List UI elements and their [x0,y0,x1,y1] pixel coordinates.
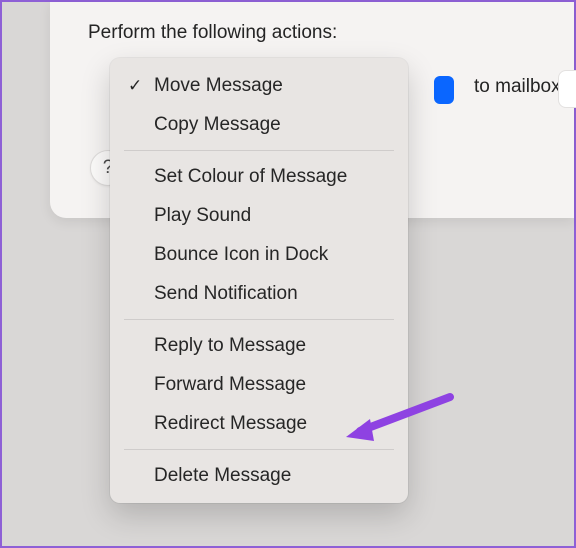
menu-item-label: Move Message [154,75,390,97]
menu-item-label: Set Colour of Message [154,166,390,188]
menu-item-label: Forward Message [154,374,390,396]
menu-item-bounce-icon[interactable]: Bounce Icon in Dock [110,235,408,274]
menu-item-forward[interactable]: Forward Message [110,365,408,404]
menu-item-label: Bounce Icon in Dock [154,244,390,266]
mailbox-field[interactable] [558,70,576,108]
menu-item-reply[interactable]: Reply to Message [110,326,408,365]
menu-item-move-message[interactable]: ✓ Move Message [110,66,408,105]
menu-item-label: Reply to Message [154,335,390,357]
panel-heading: Perform the following actions: [88,22,550,44]
menu-item-send-notification[interactable]: Send Notification [110,274,408,313]
menu-item-label: Copy Message [154,114,390,136]
menu-separator [124,150,394,151]
menu-item-copy-message[interactable]: Copy Message [110,105,408,144]
actions-dropdown[interactable]: ✓ Move Message Copy Message Set Colour o… [110,58,408,503]
menu-separator [124,319,394,320]
menu-item-label: Redirect Message [154,413,390,435]
menu-item-label: Send Notification [154,283,390,305]
menu-item-label: Delete Message [154,465,390,487]
to-mailbox-label: to mailbox: [474,76,566,98]
selection-highlight [434,76,454,104]
menu-item-set-colour[interactable]: Set Colour of Message [110,157,408,196]
menu-item-play-sound[interactable]: Play Sound [110,196,408,235]
menu-item-delete[interactable]: Delete Message [110,456,408,495]
check-icon: ✓ [128,76,154,96]
menu-item-redirect[interactable]: Redirect Message [110,404,408,443]
menu-separator [124,449,394,450]
menu-item-label: Play Sound [154,205,390,227]
